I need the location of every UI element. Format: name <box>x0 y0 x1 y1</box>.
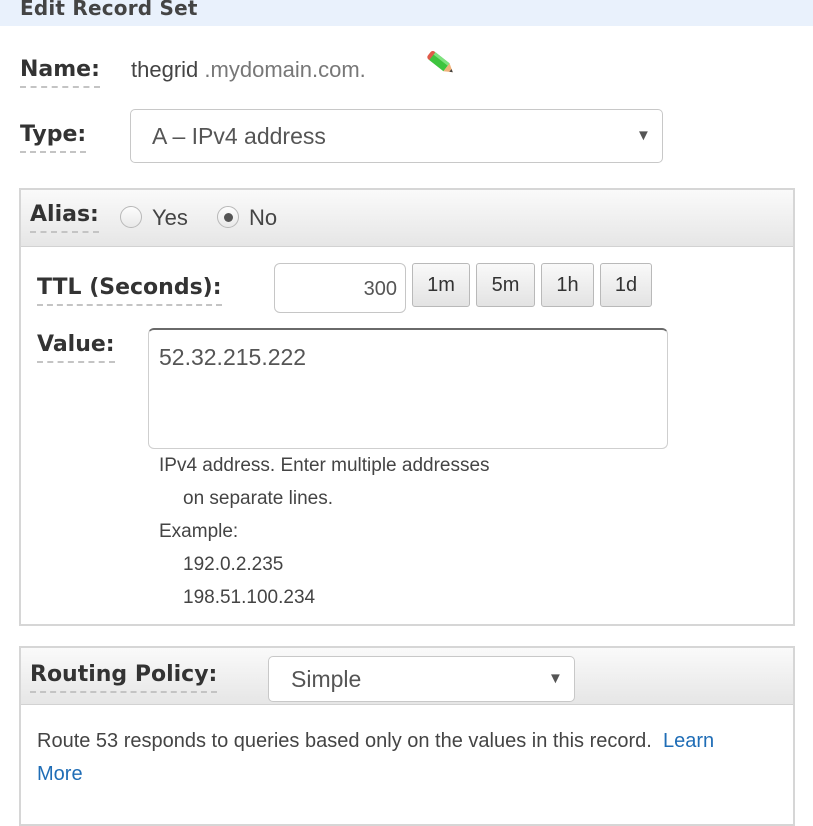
routing-selected-value: Simple <box>291 666 362 692</box>
pencil-icon[interactable] <box>424 48 458 78</box>
help-line-1: IPv4 address. Enter multiple addresses <box>159 455 490 476</box>
value-help: IPv4 address. Enter multiple addresses o… <box>159 449 490 614</box>
type-label: Type: <box>20 121 87 153</box>
ttl-1d-button[interactable]: 1d <box>600 263 652 307</box>
ttl-1m-button[interactable]: 1m <box>412 263 470 307</box>
alias-yes-radio[interactable] <box>120 206 142 228</box>
routing-description: Route 53 responds to queries based only … <box>37 725 787 791</box>
alias-no-radio[interactable] <box>217 206 239 228</box>
chevron-down-icon: ▼ <box>548 670 563 687</box>
ttl-value: 300 <box>363 278 397 300</box>
routing-description-text: Route 53 responds to queries based only … <box>37 730 652 752</box>
routing-policy-label: Routing Policy: <box>30 661 218 693</box>
help-example-label: Example: <box>159 521 239 542</box>
type-selected-value: A – IPv4 address <box>152 123 326 149</box>
alias-yes-label[interactable]: Yes <box>152 205 188 231</box>
ttl-label: TTL (Seconds): <box>37 274 222 306</box>
help-example-1: 192.0.2.235 <box>183 554 284 575</box>
learn-more-link-part-1[interactable]: Learn <box>663 730 714 752</box>
dialog-header: Edit Record Set <box>0 0 813 26</box>
name-prefix: thegrid <box>131 57 199 82</box>
ttl-input[interactable]: 300 <box>274 263 406 313</box>
value-label: Value: <box>37 331 115 363</box>
name-domain-suffix: .mydomain.com. <box>204 57 366 82</box>
value-text: 52.32.215.222 <box>159 344 307 370</box>
alias-no-label[interactable]: No <box>249 205 277 231</box>
type-select[interactable]: A – IPv4 address ▼ <box>130 109 663 163</box>
name-value[interactable]: thegrid .mydomain.com. <box>131 57 366 83</box>
ttl-5m-button[interactable]: 5m <box>476 263 535 307</box>
ttl-1h-button[interactable]: 1h <box>541 263 594 307</box>
dialog-title: Edit Record Set <box>20 0 198 20</box>
routing-policy-select[interactable]: Simple ▼ <box>268 656 575 702</box>
help-example-2: 198.51.100.234 <box>183 587 316 608</box>
learn-more-link-part-2[interactable]: More <box>37 763 83 785</box>
chevron-down-icon: ▼ <box>636 127 651 144</box>
help-line-2: on separate lines. <box>183 488 333 509</box>
value-textarea[interactable]: 52.32.215.222 <box>148 328 668 449</box>
name-label: Name: <box>20 56 100 88</box>
alias-label: Alias: <box>30 201 99 233</box>
